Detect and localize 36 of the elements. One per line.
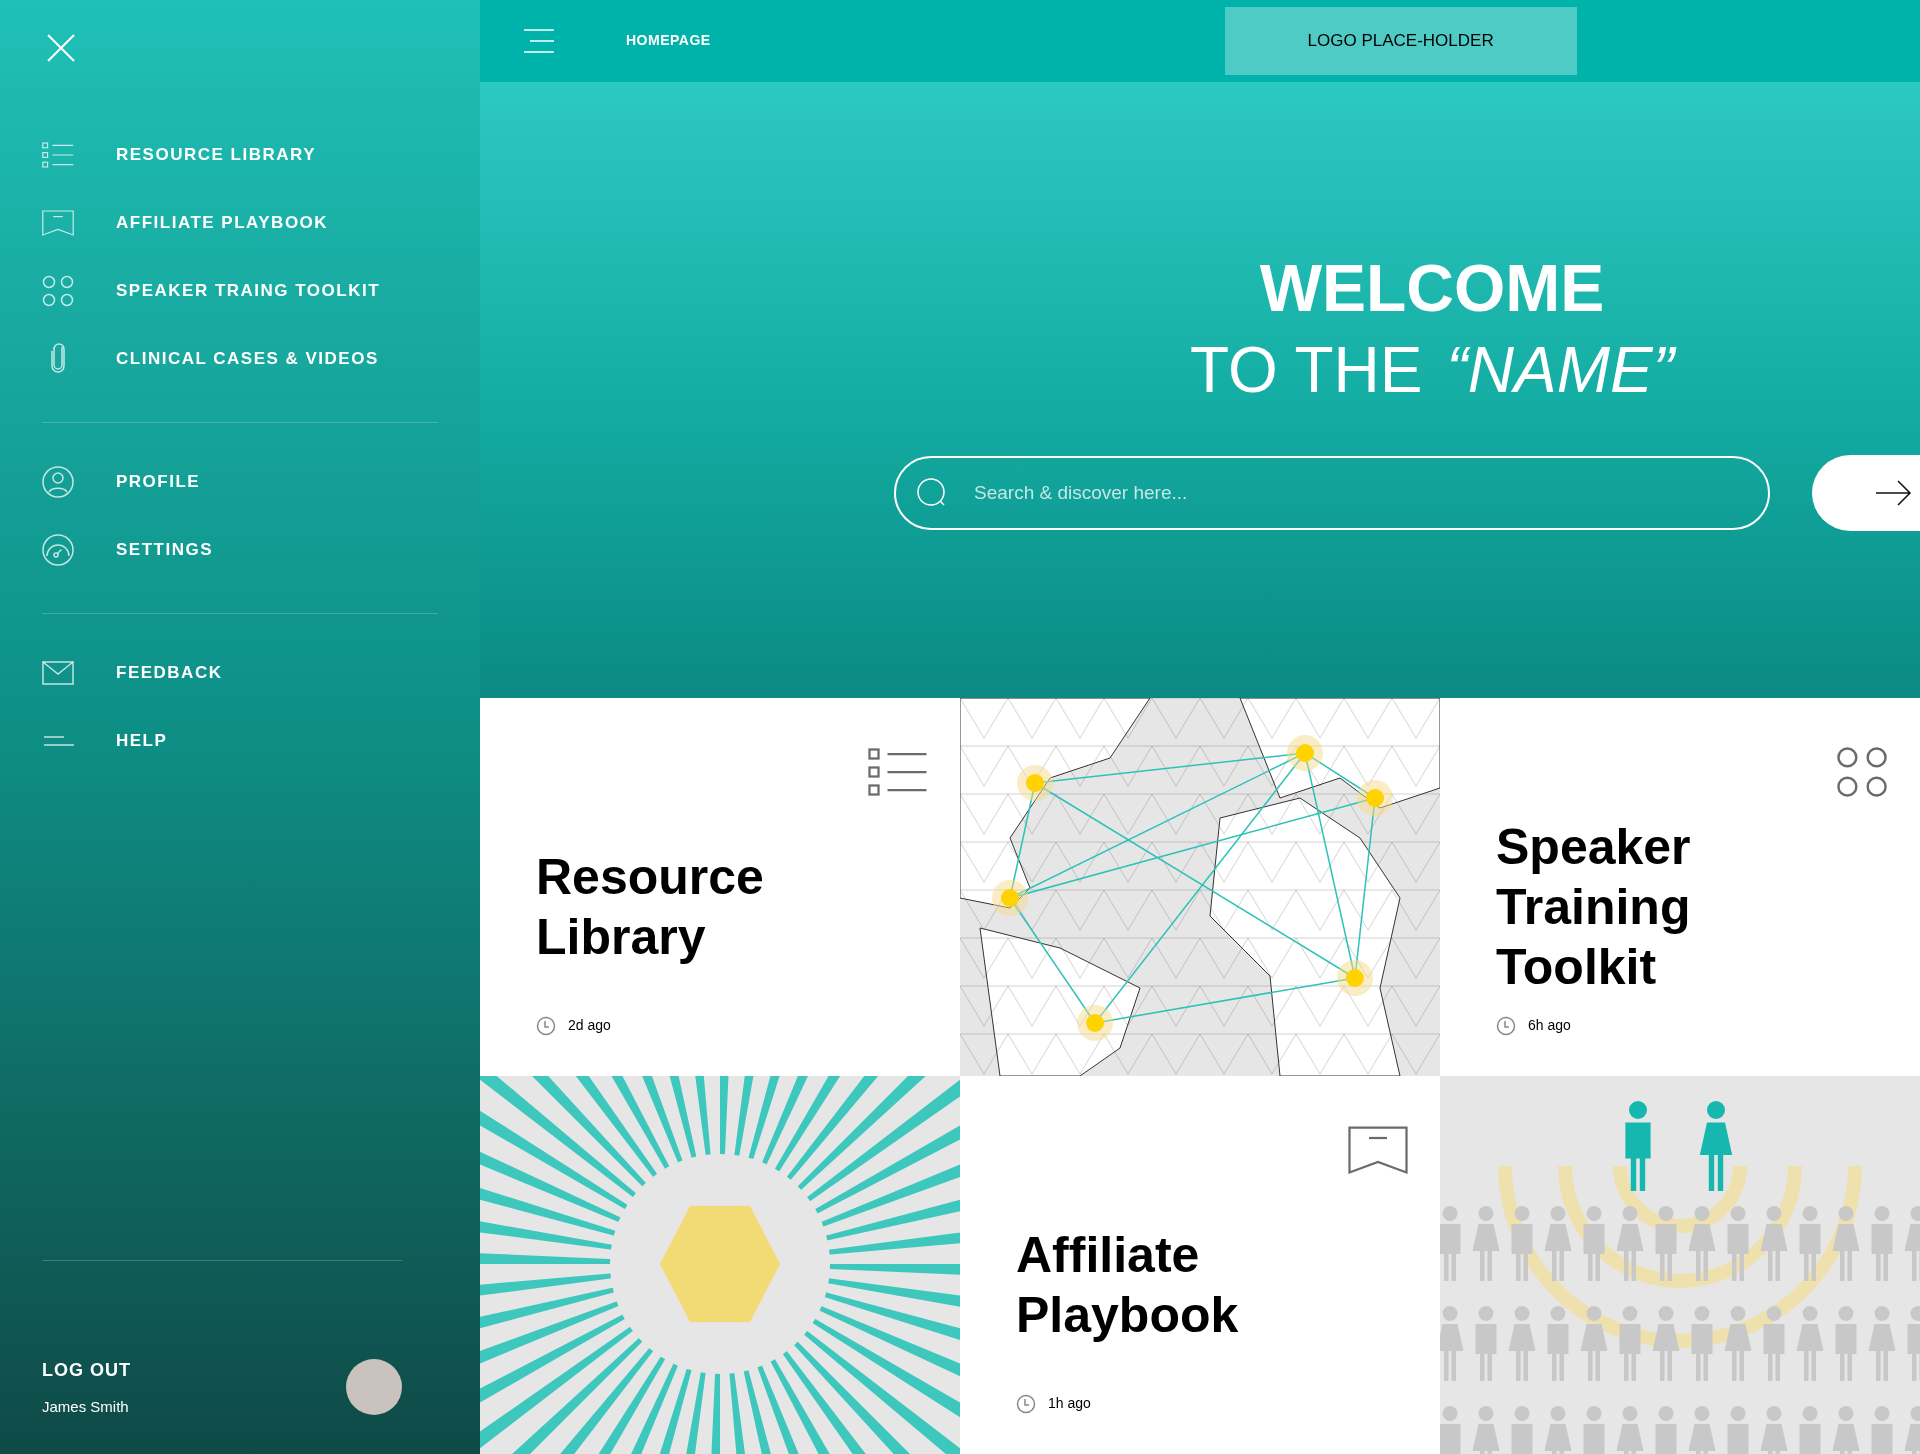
nav-item[interactable]: SPEAKER TRAING TOOLKIT [42, 272, 402, 310]
user-icon [42, 466, 74, 498]
bookmark-icon [1348, 1124, 1408, 1176]
four-circles-icon [1836, 746, 1888, 798]
gauge-icon [42, 534, 74, 566]
clock-icon [1496, 1015, 1516, 1036]
nav-item[interactable]: AFFILIATE PLAYBOOK [42, 204, 402, 242]
page-title: HOMEPAGE [626, 31, 711, 51]
list-icon [868, 746, 928, 798]
nav-item[interactable]: SETTINGS [42, 531, 402, 569]
nav-item[interactable]: RESOURCE LIBRARY [42, 136, 402, 174]
card-time: 6h ago [1528, 1016, 1571, 1035]
search-field[interactable]: Search & discover here... [894, 456, 1770, 531]
menu-icon[interactable] [524, 28, 554, 53]
nav-item[interactable]: PROFILE [42, 463, 402, 501]
card-title: Resource Library [536, 847, 765, 967]
logo-text: LOGO PLACE-HOLDER [1307, 30, 1494, 53]
welcome-heading: WELCOME [1259, 251, 1605, 325]
nav-item[interactable]: HELP [42, 722, 402, 760]
clock-icon [536, 1015, 556, 1036]
logout-link[interactable]: LOG OUT [42, 1356, 131, 1384]
four-circles-icon [42, 275, 74, 307]
user-name: James Smith [42, 1396, 130, 1417]
welcome-subheading: TO THE [1190, 333, 1423, 409]
bookmark-icon [42, 207, 74, 239]
nav-item[interactable]: CLINICAL CASES & VIDEOS [42, 340, 402, 378]
search-submit-button[interactable] [1812, 455, 1920, 532]
clock-icon [1016, 1393, 1036, 1414]
card-time: 2d ago [568, 1016, 611, 1035]
card-title: Affiliate Playbook [1016, 1225, 1240, 1345]
card-title: Speaker Training Toolkit [1496, 817, 1692, 997]
arrow-right-icon [1876, 479, 1912, 508]
close-icon[interactable] [47, 34, 75, 62]
nav-item[interactable]: FEEDBACK [42, 654, 402, 692]
card-time: 1h ago [1048, 1394, 1091, 1413]
list-icon [42, 139, 74, 171]
